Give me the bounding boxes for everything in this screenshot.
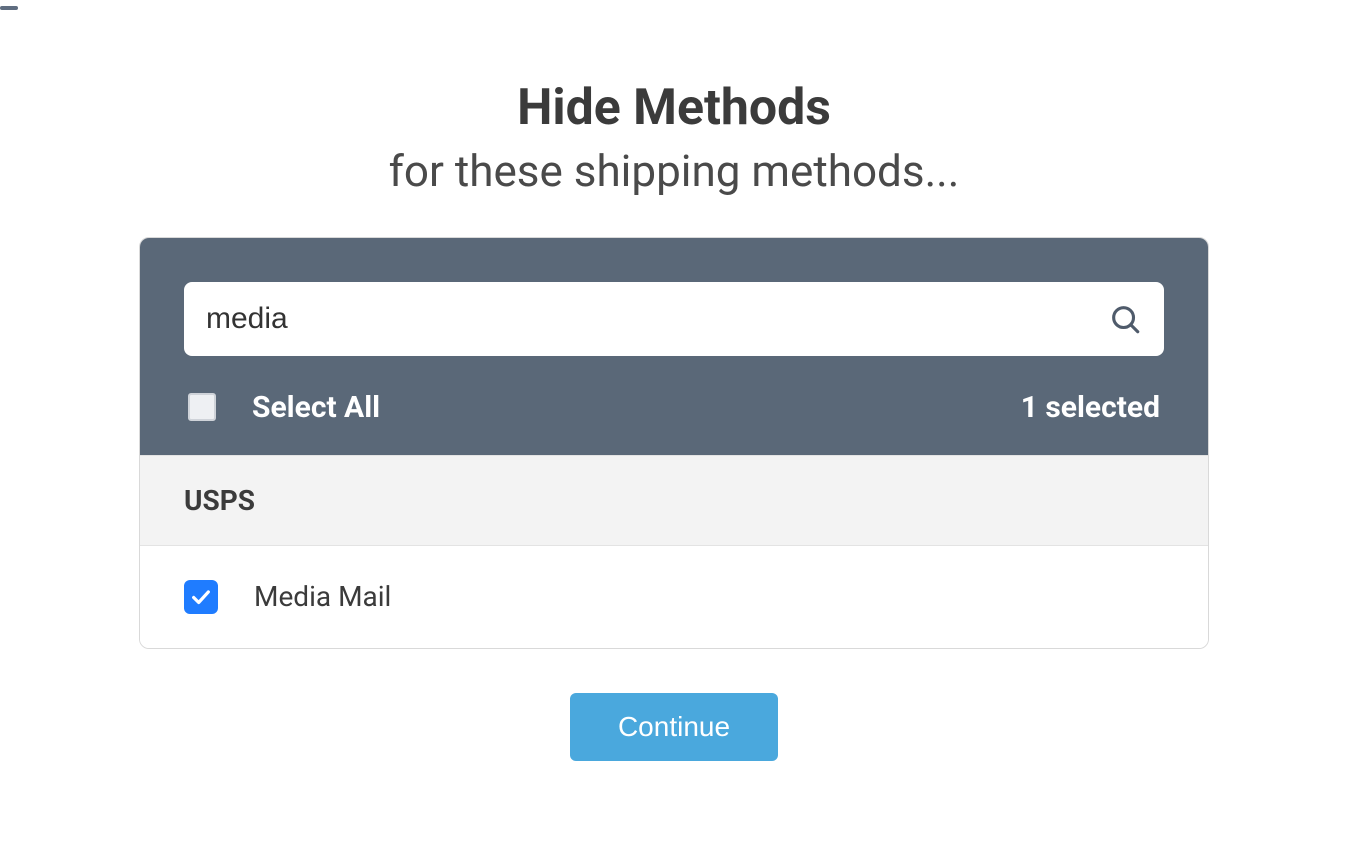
group-header-usps: USPS xyxy=(140,455,1208,546)
search-field-wrap xyxy=(184,282,1164,356)
dialog-container: Hide Methods for these shipping methods.… xyxy=(139,0,1209,761)
method-label: Media Mail xyxy=(254,580,391,613)
decorative-dash xyxy=(0,6,18,10)
dialog-heading: Hide Methods for these shipping methods.… xyxy=(139,80,1209,201)
group-title: USPS xyxy=(184,484,1164,517)
search-input[interactable] xyxy=(206,302,1108,336)
search-icon[interactable] xyxy=(1108,302,1142,336)
continue-button[interactable]: Continue xyxy=(570,693,778,761)
method-checkbox[interactable] xyxy=(184,580,218,614)
select-all-checkbox[interactable] xyxy=(188,393,216,421)
check-icon xyxy=(190,586,212,608)
dialog-subtitle: for these shipping methods... xyxy=(139,142,1209,201)
methods-panel: Select All 1 selected USPS Media Mail xyxy=(139,237,1209,649)
dialog-footer: Continue xyxy=(139,693,1209,761)
method-row-media-mail[interactable]: Media Mail xyxy=(140,546,1208,648)
select-all-left: Select All xyxy=(188,390,380,425)
select-all-row: Select All 1 selected xyxy=(184,390,1164,425)
select-all-label: Select All xyxy=(252,390,380,425)
selected-count: 1 selected xyxy=(1021,390,1160,425)
dialog-title: Hide Methods xyxy=(139,80,1209,138)
panel-header: Select All 1 selected xyxy=(140,238,1208,455)
